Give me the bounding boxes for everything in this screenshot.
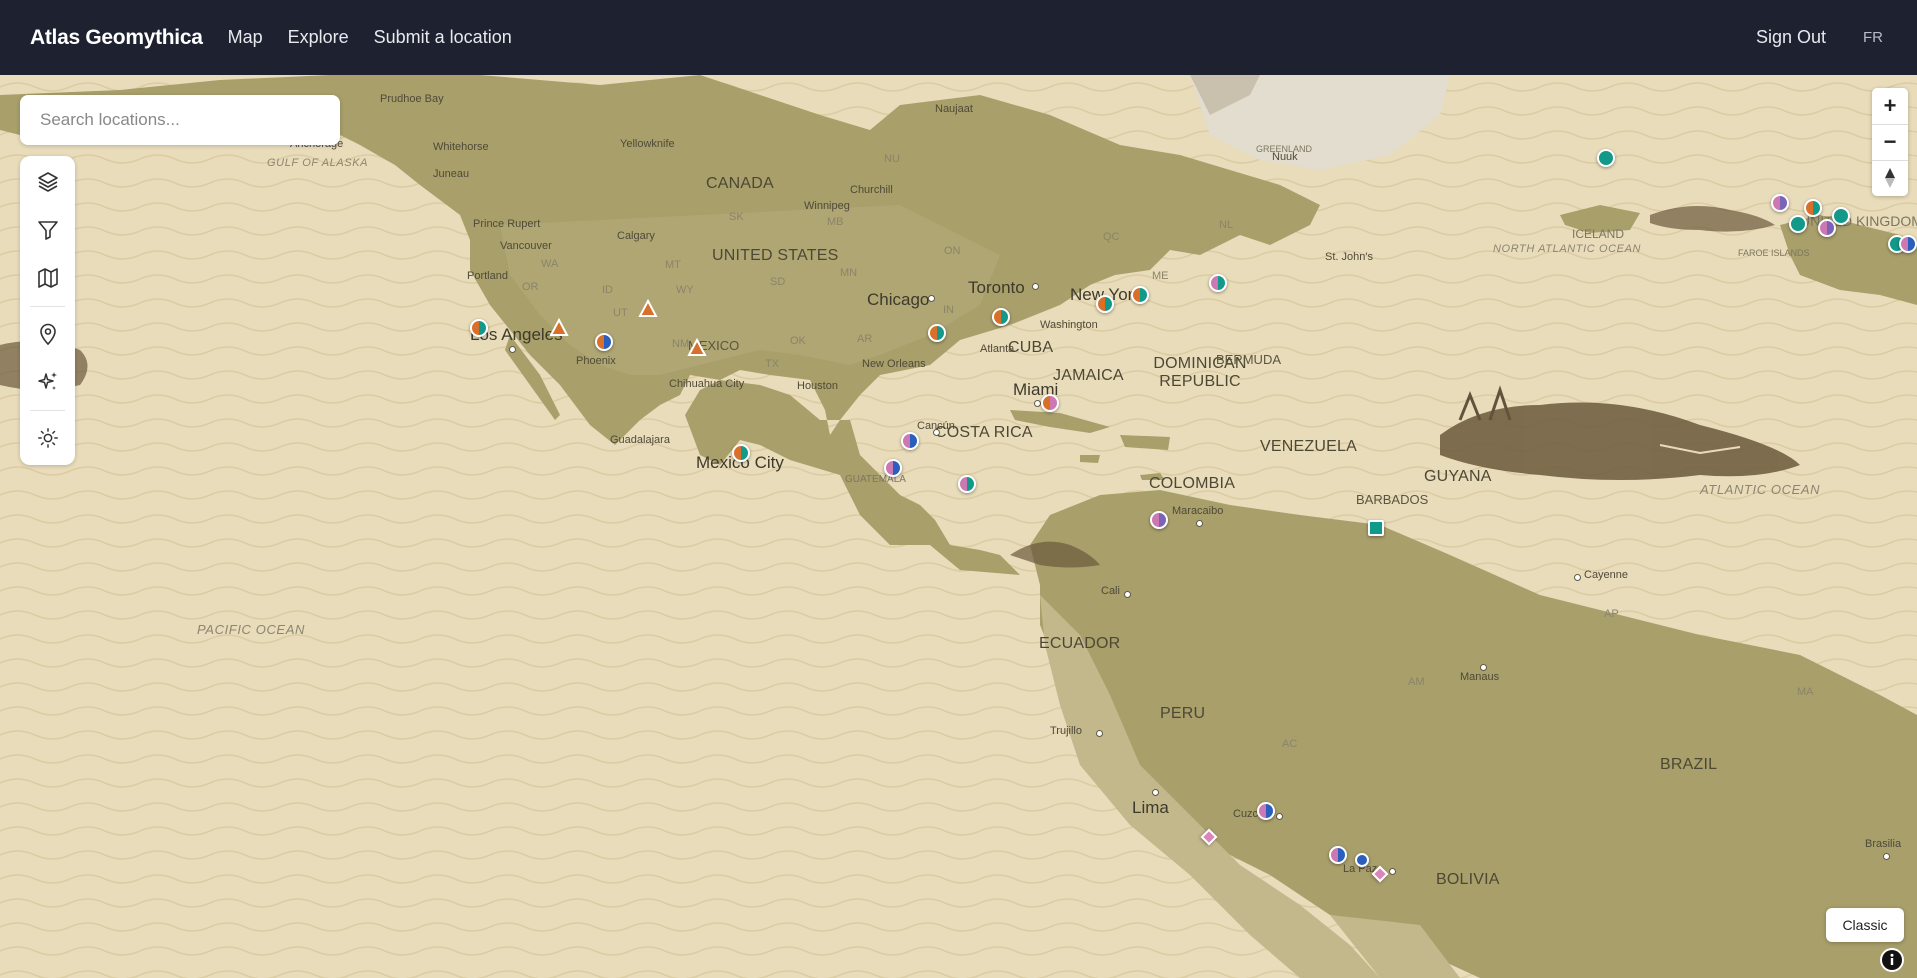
location-marker[interactable] [1257, 802, 1275, 820]
location-marker-triangle[interactable] [687, 338, 707, 358]
location-marker[interactable] [1150, 511, 1168, 529]
location-marker[interactable] [1832, 207, 1850, 225]
nav-map-link[interactable]: Map [228, 27, 263, 48]
layers-icon [37, 172, 58, 192]
location-marker[interactable] [1899, 235, 1917, 253]
nav-submit-location-link[interactable]: Submit a location [374, 27, 512, 48]
location-marker-triangle[interactable] [549, 318, 569, 338]
location-marker[interactable] [470, 319, 488, 337]
toolbar-divider [30, 306, 65, 307]
location-marker[interactable] [1329, 846, 1347, 864]
city-dot [509, 346, 516, 353]
sparkles-icon [37, 372, 57, 390]
layers-button[interactable] [20, 160, 75, 204]
city-dot [1276, 813, 1283, 820]
location-marker[interactable] [1597, 149, 1615, 167]
location-marker[interactable] [1041, 394, 1059, 412]
city-dot [1574, 574, 1581, 581]
map-toolbar [20, 156, 75, 465]
zoom-controls: + − [1872, 88, 1908, 196]
nav-right-group: Sign Out FR [1756, 27, 1917, 48]
reset-north-button[interactable] [1872, 160, 1908, 196]
location-marker-triangle[interactable] [638, 299, 658, 319]
toolbar-divider [30, 410, 65, 411]
location-marker[interactable] [928, 324, 946, 342]
city-dot [928, 295, 935, 302]
theme-toggle-button[interactable] [20, 416, 75, 460]
map-style-button[interactable] [20, 256, 75, 300]
filter-icon [37, 221, 58, 240]
city-dot [1032, 283, 1039, 290]
info-icon [1882, 950, 1902, 970]
location-pin-icon [39, 323, 56, 346]
location-marker[interactable] [1355, 853, 1369, 867]
city-dot [1124, 591, 1131, 598]
discover-button[interactable] [20, 360, 75, 404]
city-dot [1096, 730, 1103, 737]
map-background [0, 75, 1917, 978]
filter-button[interactable] [20, 208, 75, 252]
city-dot [1034, 400, 1041, 407]
city-dot [1152, 789, 1159, 796]
location-marker[interactable] [732, 444, 750, 462]
city-dot [1196, 520, 1203, 527]
location-marker[interactable] [595, 333, 613, 351]
basemap-style-button[interactable]: Classic [1826, 908, 1904, 942]
compass-icon [1885, 168, 1895, 188]
zoom-out-button[interactable]: − [1872, 124, 1908, 160]
location-marker[interactable] [992, 308, 1010, 326]
location-marker[interactable] [1771, 194, 1789, 212]
location-marker[interactable] [958, 475, 976, 493]
map-icon [37, 268, 58, 288]
location-marker[interactable] [884, 459, 902, 477]
map-canvas[interactable]: PACIFIC OCEAN NORTH ATLANTIC OCEAN ATLAN… [0, 75, 1917, 978]
locate-button[interactable] [20, 312, 75, 356]
search-input[interactable] [20, 95, 340, 145]
zoom-in-button[interactable]: + [1872, 88, 1908, 124]
location-marker-square[interactable] [1368, 520, 1384, 536]
location-marker[interactable] [1789, 215, 1807, 233]
language-toggle[interactable]: FR [1863, 29, 1883, 46]
location-marker[interactable] [1804, 199, 1822, 217]
sun-icon [37, 428, 58, 448]
location-marker[interactable] [1209, 274, 1227, 292]
location-marker[interactable] [1131, 286, 1149, 304]
city-dot [933, 429, 940, 436]
location-marker[interactable] [901, 432, 919, 450]
city-dot [1883, 853, 1890, 860]
top-navigation-bar: Atlas Geomythica Map Explore Submit a lo… [0, 0, 1917, 75]
location-marker[interactable] [1096, 295, 1114, 313]
brand-logo[interactable]: Atlas Geomythica [30, 26, 203, 50]
nav-explore-link[interactable]: Explore [288, 27, 349, 48]
city-dot [1389, 868, 1396, 875]
attribution-info-button[interactable] [1880, 948, 1904, 972]
sign-out-link[interactable]: Sign Out [1756, 27, 1826, 48]
city-dot [1480, 664, 1487, 671]
